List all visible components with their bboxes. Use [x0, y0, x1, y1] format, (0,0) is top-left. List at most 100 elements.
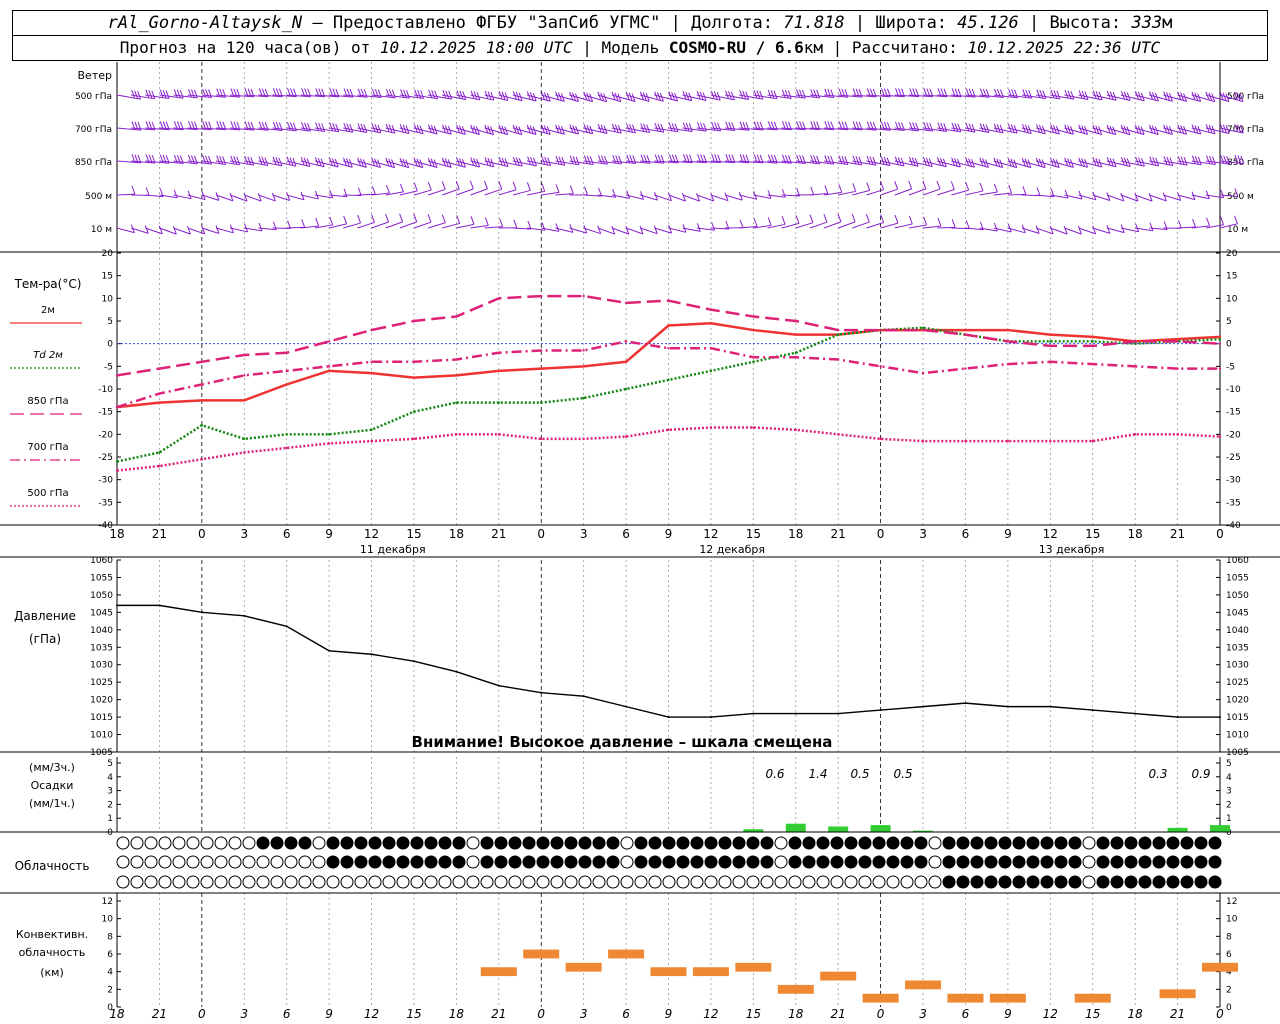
wind-barb-flag	[739, 219, 744, 228]
wind-barb-flag	[957, 123, 962, 132]
cloud-marker	[522, 875, 536, 889]
data-point	[921, 439, 925, 443]
cloud-marker	[676, 875, 690, 889]
cloud-marker	[354, 836, 368, 850]
cloud-marker	[536, 836, 550, 850]
cloud-marker	[1166, 875, 1180, 889]
wind-barb-flag	[852, 183, 857, 192]
hour-label: 18	[788, 527, 803, 541]
cloud-marker	[956, 855, 970, 869]
wind-barb-flag	[926, 122, 931, 131]
cloud-marker	[690, 836, 704, 850]
hour-label-bottom: 12	[703, 1007, 718, 1021]
cloud-marker	[1124, 836, 1138, 850]
conv-title-1: Конвективн.	[16, 928, 88, 941]
cloud-marker	[1180, 836, 1194, 850]
wind-barb-flag	[541, 156, 546, 165]
hour-label: 9	[325, 527, 333, 541]
data-point	[1176, 367, 1179, 370]
cloud-marker	[284, 855, 298, 869]
wind-barb-flag	[431, 90, 436, 99]
cloud-marker	[326, 836, 340, 850]
cloud-marker	[648, 836, 662, 850]
data-point	[1049, 344, 1052, 348]
hour-label-bottom: 18	[1128, 1007, 1144, 1021]
data-point	[412, 376, 416, 379]
hour-label-bottom: 3	[240, 1007, 248, 1021]
wind-barb-flag	[685, 122, 690, 132]
wind-barb-flag	[315, 217, 320, 227]
wind-barb-flag	[1028, 89, 1033, 99]
cloud-marker	[228, 855, 242, 869]
cloud-marker	[886, 836, 900, 850]
conv-bar	[565, 962, 602, 972]
data-point	[921, 328, 925, 332]
wind-barb-flag	[445, 90, 450, 99]
wind-barb-flag	[470, 90, 475, 99]
temp-tick-right: -20	[1226, 430, 1241, 440]
wind-barb-flag	[1163, 156, 1168, 165]
wind-barb-flag	[923, 122, 928, 131]
wind-barb-flag	[1042, 90, 1047, 99]
wind-barb-flag	[476, 91, 481, 101]
wind-barb-flag	[176, 89, 181, 98]
cloud-marker	[1082, 855, 1096, 869]
cloud-marker	[872, 836, 886, 850]
cloud-marker	[242, 855, 256, 869]
wind-barb-flag	[165, 90, 170, 99]
wind-barb-flag	[1183, 156, 1188, 166]
cloud-marker	[648, 875, 662, 889]
wind-barb-flag	[601, 155, 605, 164]
conv-bar	[947, 993, 984, 1003]
data-point	[794, 333, 797, 336]
wind-barb-flag	[1197, 156, 1202, 165]
data-point	[158, 401, 161, 404]
wind-barb-flag	[725, 90, 730, 99]
cloud-marker	[760, 836, 774, 850]
wind-barb-flag	[784, 89, 789, 99]
data-point	[327, 365, 331, 368]
wind-barb-flag	[145, 187, 150, 196]
data-point	[243, 374, 246, 377]
wind-barb-flag	[816, 89, 821, 98]
temp-tick-right: 15	[1226, 272, 1237, 282]
cloud-marker	[662, 836, 676, 850]
cloud-marker	[1068, 875, 1082, 889]
data-point	[1218, 335, 1222, 339]
cloud-marker	[662, 875, 676, 889]
data-point	[540, 294, 543, 298]
hour-label-bottom: 6	[622, 1007, 630, 1021]
wind-barb-flag	[589, 156, 594, 165]
data-point	[752, 360, 755, 363]
hour-label-bottom: 18	[788, 1007, 804, 1021]
cloud-marker	[802, 855, 816, 869]
wind-barb-flag	[414, 89, 419, 98]
cloud-marker	[606, 836, 620, 850]
cloud-marker	[900, 875, 914, 889]
cloud-marker	[970, 875, 984, 889]
cloud-marker	[270, 875, 284, 889]
precip-tick-right: 1	[1226, 814, 1232, 824]
cloud-marker	[130, 855, 144, 869]
wind-barb-flag	[329, 189, 334, 199]
pres-tick-right: 1040	[1226, 626, 1249, 636]
data-point	[1218, 342, 1222, 345]
wind-barb-flag	[1053, 90, 1058, 99]
day-label: 11 декабря	[360, 543, 426, 556]
wind-barb-flag	[615, 155, 620, 164]
wind-barb-flag	[569, 185, 574, 194]
wind-barb-flag	[894, 156, 899, 165]
wind-barb-flag	[1064, 189, 1069, 199]
pres-tick-right: 1010	[1226, 731, 1249, 741]
wind-barb-flag	[824, 185, 829, 194]
wind-barb-flag	[131, 185, 136, 195]
cloud-marker	[732, 875, 746, 889]
cloud-marker	[242, 836, 256, 850]
wind-barb-flag	[858, 156, 863, 165]
wind-barb-flag	[900, 157, 905, 167]
cloud-marker	[984, 875, 998, 889]
hour-label: 6	[283, 527, 291, 541]
conv-bar	[735, 962, 772, 972]
wind-barb-flag	[484, 217, 489, 226]
cloud-marker	[956, 875, 970, 889]
